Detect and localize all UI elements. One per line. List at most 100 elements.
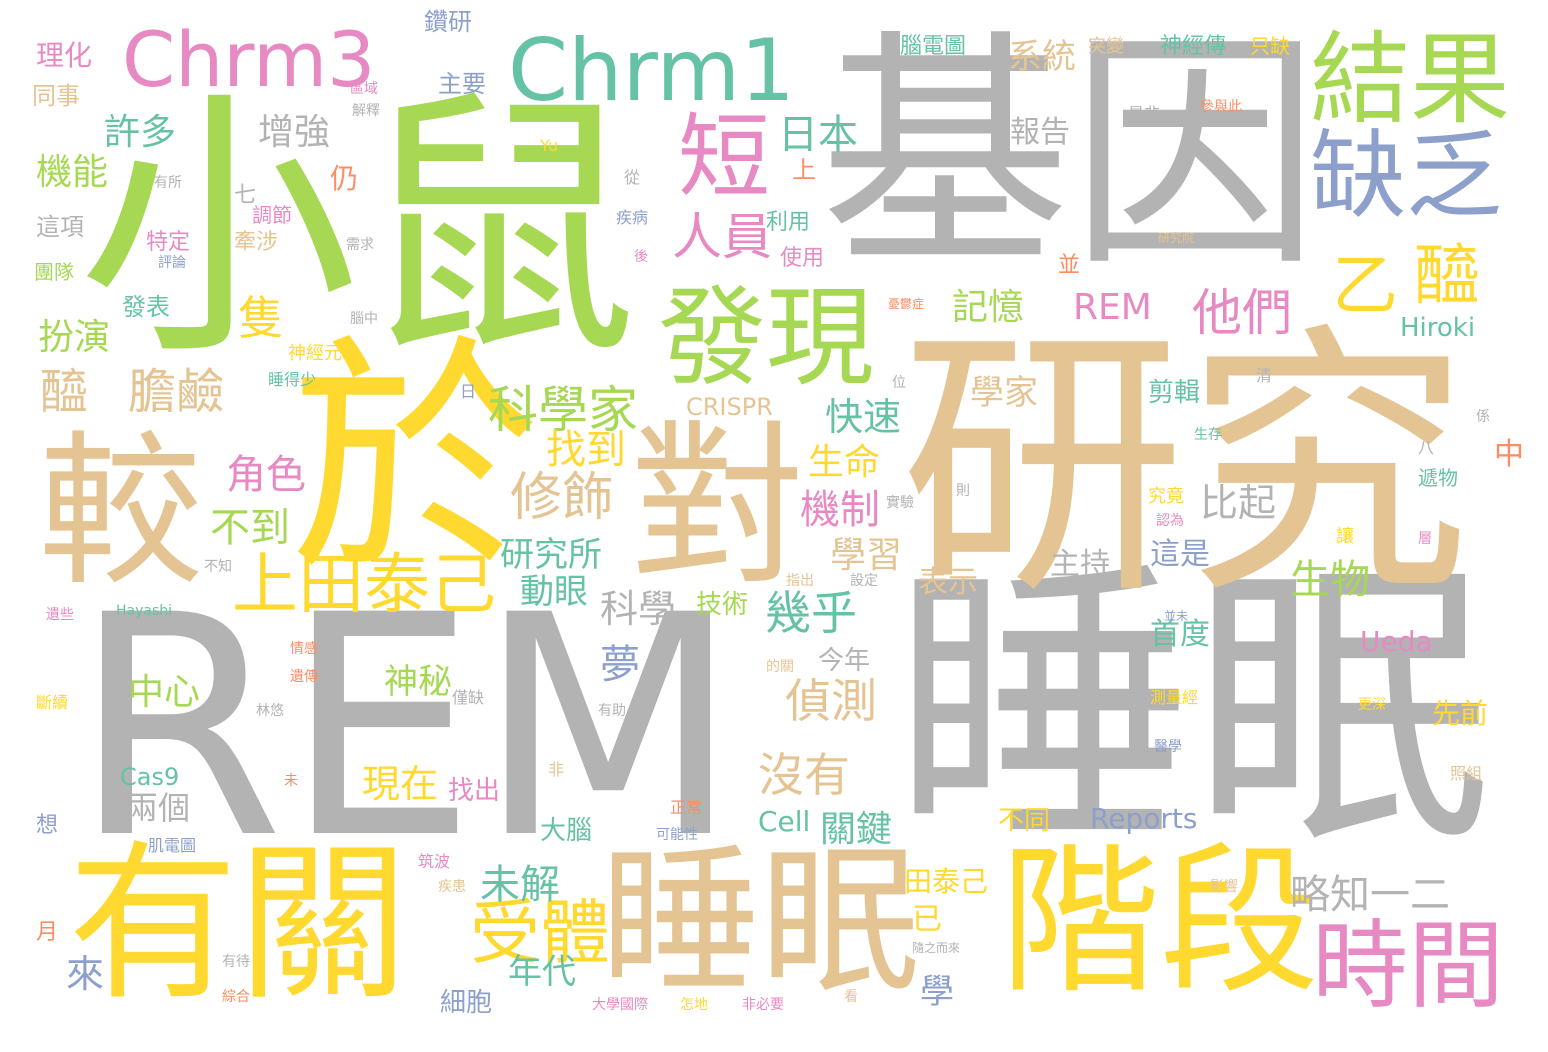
word-chrm3: Chrm3 [122, 15, 376, 104]
word-regulate: 調節 [252, 203, 292, 227]
word-neurotrans: 神經傳 [1160, 34, 1227, 59]
word-eight: 八 [1418, 438, 1435, 457]
word-choline: 膽鹼 [128, 364, 225, 420]
word-xue: 學 [920, 972, 954, 1012]
word-in-brain: 腦中 [350, 311, 378, 327]
word-after: 後 [634, 249, 648, 265]
word-found: 找到 [546, 427, 626, 473]
word-modification: 修飾 [510, 468, 615, 528]
word-normal: 正常 [670, 798, 703, 817]
word-seven: 七 [234, 183, 257, 208]
word-intl-univ: 大學國際 [592, 997, 648, 1013]
word-cas9: Cas9 [120, 763, 180, 791]
word-point-out: 指出 [786, 573, 814, 589]
word-involve: 牽涉 [234, 230, 279, 255]
word-day: 日 [460, 382, 477, 401]
word-zhong: 中 [1494, 437, 1524, 472]
word-month: 月 [36, 920, 59, 945]
word-jiao: 較 [38, 416, 203, 608]
word-integrated: 綜合 [222, 989, 250, 1005]
word-zhi: 隻 [238, 291, 284, 345]
word-neuron: 神經元 [288, 343, 342, 364]
word-lai: 來 [66, 952, 105, 996]
word-yu-en: Yu [540, 136, 559, 155]
word-emotion: 情感 [290, 641, 318, 657]
word-how: 怎地 [680, 997, 708, 1013]
word-unsolved: 未解 [480, 862, 560, 908]
word-not-reach: 不到 [210, 505, 290, 551]
word-eeg: 腦電圖 [900, 34, 967, 59]
word-riken: 理化 [36, 39, 93, 72]
word-intermittent: 斷續 [36, 693, 69, 712]
word-cloud: REM 睡眠 基因 研究 小鼠 於 較 對 有關 睡眠 階段 Chrm1 Chr… [0, 0, 1548, 1052]
word-mutation: 突變 [1088, 36, 1124, 57]
word-depression: 憂鬱症 [888, 297, 925, 311]
word-already: 已 [912, 902, 942, 937]
word-almost: 幾乎 [765, 586, 857, 640]
word-specific: 特定 [146, 230, 191, 255]
word-detect: 偵測 [785, 674, 877, 728]
word-unknown: 不知 [204, 559, 232, 575]
word-control-group: 照組 [1450, 764, 1483, 783]
word-publish: 發表 [122, 293, 170, 321]
word-these: 遺些 [46, 607, 74, 623]
word-unnecessary: 非必要 [742, 997, 784, 1013]
word-want: 想 [36, 813, 59, 838]
word-explain: 解釋 [352, 103, 380, 119]
word-academy: 研究院 [1158, 231, 1195, 245]
word-only-missing: 僅缺 [452, 688, 485, 707]
word-discovery: 發現 [658, 276, 875, 401]
word-from: 從 [624, 168, 641, 187]
word-position: 位 [892, 375, 906, 391]
word-let: 讓 [1336, 526, 1354, 547]
word-relation: 係 [1476, 409, 1490, 425]
word-know-little: 略知一二 [1290, 872, 1450, 918]
word-study: 鑽研 [424, 8, 472, 36]
word-ueda: Ueda [1360, 625, 1433, 658]
word-technique: 技術 [696, 590, 749, 620]
word-this-year: 今年 [818, 646, 871, 676]
word-related: 有關 [68, 826, 409, 1024]
word-state: 表示 [918, 565, 978, 600]
word-acetyl: 醯 [40, 364, 89, 420]
word-of-related: 的關 [766, 659, 794, 675]
word-colleague: 同事 [32, 82, 80, 110]
word-previous: 先前 [1432, 697, 1489, 730]
word-main: 主要 [438, 70, 486, 98]
word-set: 設定 [850, 573, 878, 589]
word-first: 首度 [1150, 617, 1210, 652]
word-emg: 肌電圖 [148, 836, 197, 855]
word-right-wrong: 是非 [1128, 104, 1161, 123]
word-mystery: 神秘 [384, 662, 452, 702]
word-compared: 比起 [1200, 481, 1277, 525]
word-now: 現在 [362, 762, 439, 806]
word-lin-you: 林悠 [256, 703, 284, 719]
word-experiment: 實驗 [886, 495, 914, 511]
word-team: 團隊 [34, 260, 74, 284]
word-only-lack: 只缺 [1250, 34, 1290, 58]
word-this-item: 這項 [36, 213, 84, 241]
word-xuejia: 學家 [970, 373, 1038, 413]
word-follow: 隨之而來 [912, 941, 961, 955]
word-role: 角色 [226, 452, 306, 498]
word-think: 認為 [1156, 513, 1184, 529]
word-need: 需求 [346, 237, 374, 253]
word-two: 兩個 [126, 789, 191, 827]
word-organism: 生物 [1290, 557, 1370, 603]
word-region: 區域 [350, 81, 378, 97]
word-clear: 清 [1256, 366, 1273, 385]
word-survive: 生存 [1194, 427, 1222, 443]
word-not-yet: 並未 [1164, 609, 1189, 623]
word-hayashi: Hayashi [116, 603, 173, 619]
word-center: 中心 [128, 672, 201, 713]
word-sleep-2: 睡眠 [600, 828, 921, 1015]
word-wei: 未 [284, 773, 298, 789]
word-fast: 快速 [825, 395, 902, 439]
word-rapid-eye: 動眼 [520, 572, 588, 612]
word-play-role: 扮演 [38, 317, 111, 358]
word-mechanism: 機制 [800, 487, 880, 533]
word-stage: 階段 [1000, 828, 1321, 1015]
word-utilize: 利用 [766, 210, 811, 235]
word-dream: 夢 [600, 642, 640, 688]
word-and: 並 [1058, 253, 1081, 278]
